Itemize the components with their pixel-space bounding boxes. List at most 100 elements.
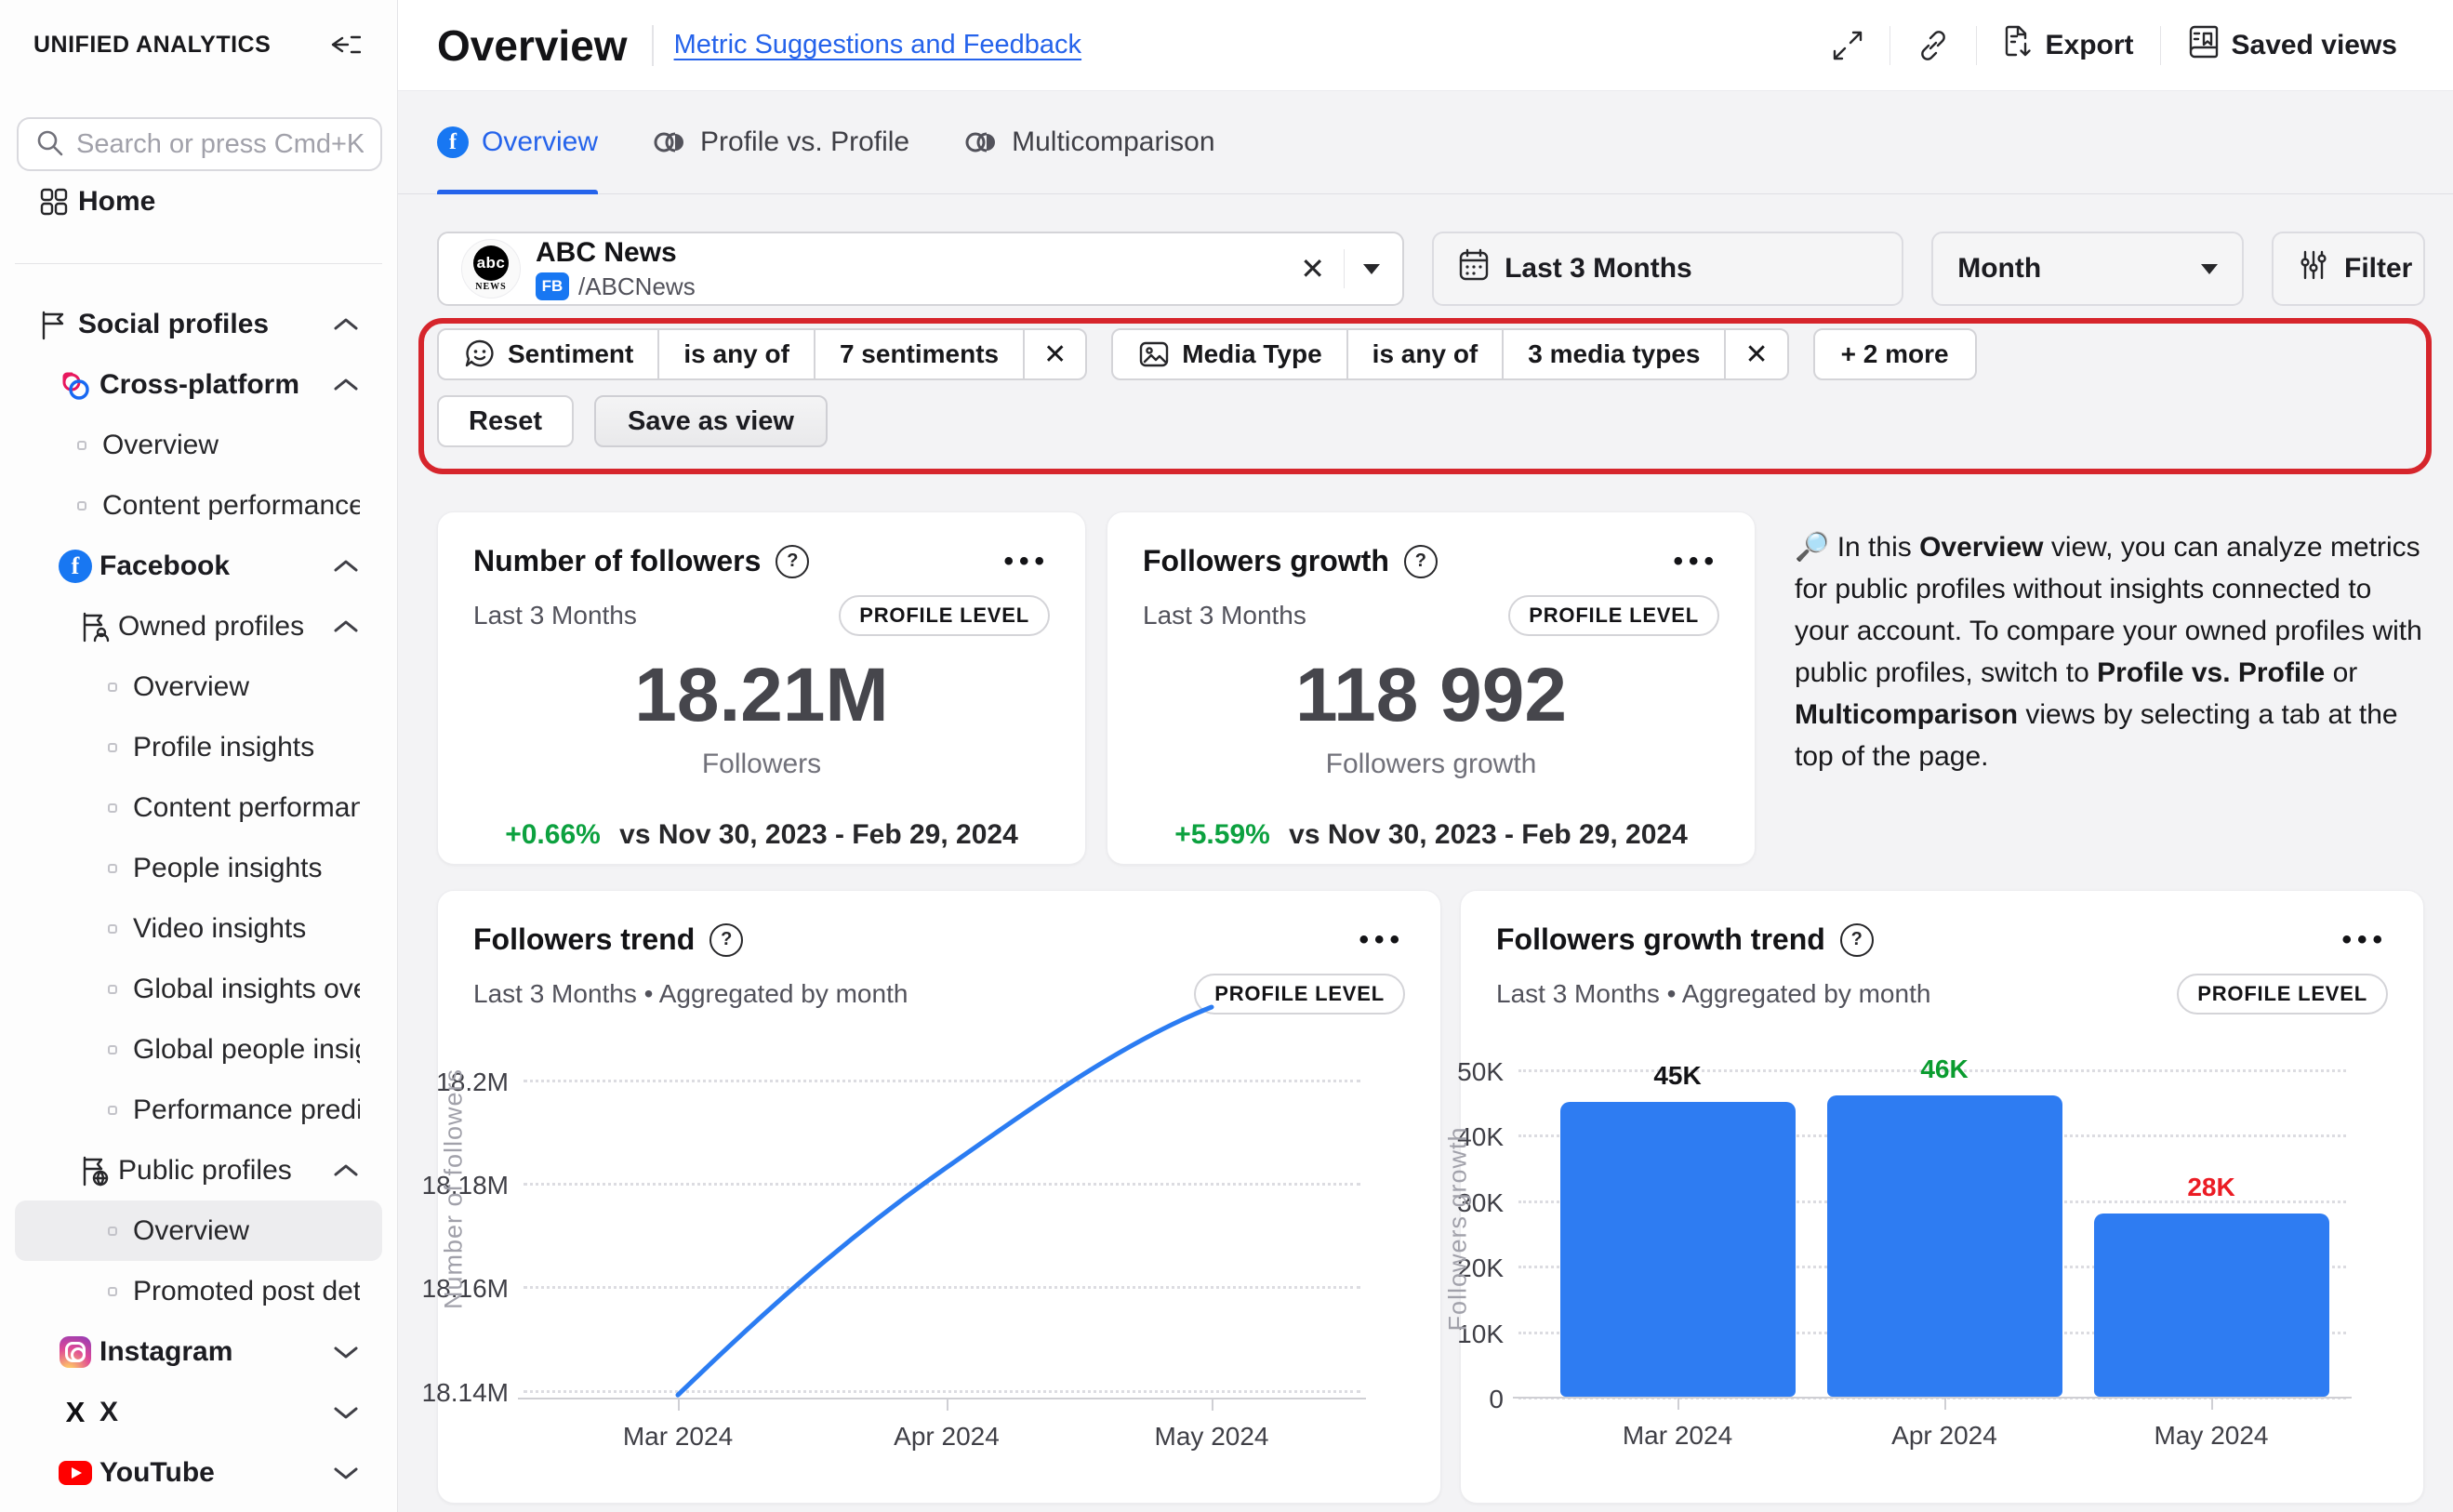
- filter-operator[interactable]: is any of: [1348, 330, 1505, 378]
- flag-icon: [37, 308, 71, 341]
- followers-card: Number of followers ? ••• Last 3 Months …: [437, 511, 1086, 865]
- chevron-up-icon[interactable]: [332, 1162, 360, 1179]
- sidebar-item-youtube[interactable]: YouTube: [15, 1442, 382, 1503]
- sidebar-item-label: X: [99, 1397, 118, 1428]
- sidebar-item-performance-predict[interactable]: Performance predict...: [15, 1080, 382, 1140]
- brand-title: UNIFIED ANALYTICS: [33, 32, 271, 59]
- card-menu-icon[interactable]: •••: [1673, 552, 1719, 571]
- profile-selector[interactable]: abc NEWS ABC News FB /ABCNews ✕: [437, 232, 1404, 306]
- filter-operator[interactable]: is any of: [659, 330, 815, 378]
- tab-overview[interactable]: fOverview: [437, 91, 598, 193]
- filter-field[interactable]: Sentiment: [439, 330, 659, 378]
- search-box[interactable]: [17, 117, 382, 171]
- sidebar-item-x[interactable]: XX: [15, 1382, 382, 1442]
- card-title: Followers growth: [1143, 544, 1389, 578]
- remove-filter-icon[interactable]: ✕: [1726, 330, 1786, 378]
- bar-mar-2024[interactable]: [1560, 1102, 1796, 1397]
- sidebar-item-global-insights-overv[interactable]: Global insights overv...: [15, 959, 382, 1019]
- profile-dropdown-caret[interactable]: [1363, 264, 1380, 274]
- search-icon: [35, 128, 63, 161]
- card-menu-icon[interactable]: •••: [1359, 931, 1405, 949]
- sidebar-item-cross-platform[interactable]: Cross-platform: [15, 354, 382, 415]
- chevron-down-icon[interactable]: [332, 1404, 360, 1421]
- sidebar-item-label: Social profiles: [78, 309, 269, 340]
- save-as-view-button[interactable]: Save as view: [594, 395, 828, 447]
- sentiment-icon: [463, 338, 497, 371]
- owned-profiles-icon: [77, 610, 111, 643]
- bullet-icon: [108, 1045, 117, 1054]
- filter-field[interactable]: Media Type: [1113, 330, 1347, 378]
- x-tick: [678, 1398, 680, 1411]
- sidebar-item-promoted-post-dete[interactable]: Promoted post dete...: [15, 1261, 382, 1321]
- aggregation-caret: [2201, 264, 2218, 274]
- help-icon[interactable]: ?: [776, 545, 809, 578]
- sidebar-item-people-insights[interactable]: People insights: [15, 838, 382, 898]
- saved-views-icon: [2187, 25, 2221, 66]
- card-title: Number of followers: [473, 544, 761, 578]
- sidebar-item-social-profiles[interactable]: Social profiles: [15, 294, 382, 354]
- sidebar-item-overview[interactable]: Overview: [15, 657, 382, 717]
- filter-sliders-icon: [2298, 249, 2329, 288]
- sidebar-item-label: Video insights: [133, 913, 306, 945]
- sidebar-item-facebook[interactable]: fFacebook: [15, 536, 382, 596]
- copy-link-button[interactable]: [1890, 29, 1976, 62]
- chevron-down-icon[interactable]: [332, 1344, 360, 1360]
- sidebar-item-instagram[interactable]: Instagram: [15, 1321, 382, 1382]
- sidebar-item-content-performance[interactable]: Content performance: [15, 777, 382, 838]
- filter-value[interactable]: 7 sentiments: [815, 330, 1025, 378]
- sidebar-item-home[interactable]: Home: [15, 171, 382, 232]
- x-tick: [947, 1398, 948, 1411]
- reset-button[interactable]: Reset: [437, 395, 574, 447]
- info-bold-text: Multicomparison: [1795, 699, 2018, 730]
- bar-apr-2024[interactable]: [1827, 1095, 2062, 1397]
- sidebar-item-public-profiles[interactable]: Public profiles: [15, 1140, 382, 1200]
- chevron-up-icon[interactable]: [332, 618, 360, 635]
- card-menu-icon[interactable]: •••: [1003, 552, 1050, 571]
- sidebar-item-overview[interactable]: Overview: [15, 1200, 382, 1261]
- remove-filter-icon[interactable]: ✕: [1025, 330, 1085, 378]
- search-input[interactable]: [76, 129, 364, 160]
- sidebar-item-overview[interactable]: Overview: [15, 415, 382, 475]
- bar-may-2024[interactable]: [2094, 1214, 2329, 1397]
- sidebar-nav: HomeSocial profilesCross-platformOvervie…: [0, 171, 397, 1503]
- chevron-up-icon[interactable]: [332, 558, 360, 575]
- bullet-icon: [108, 683, 117, 692]
- sidebar-item-global-people-insights[interactable]: Global people insights: [15, 1019, 382, 1080]
- sidebar-item-label: Content performance: [133, 792, 360, 824]
- sidebar-item-profile-insights[interactable]: Profile insights: [15, 717, 382, 777]
- info-bold-text: Profile vs. Profile: [2097, 657, 2325, 688]
- chevron-down-icon[interactable]: [332, 1465, 360, 1481]
- y-tick-label: 0: [1489, 1385, 1518, 1414]
- sidebar-item-content-performance[interactable]: Content performance: [15, 475, 382, 536]
- date-range-button[interactable]: Last 3 Months: [1432, 232, 1903, 306]
- tab-profile-vs-profile[interactable]: Profile vs. Profile: [652, 91, 909, 193]
- metric-suggestions-link[interactable]: Metric Suggestions and Feedback: [674, 30, 1081, 60]
- card-menu-icon[interactable]: •••: [2341, 931, 2388, 949]
- filter-chip-media-type: Media Typeis any of3 media types✕: [1111, 328, 1788, 380]
- expand-button[interactable]: [1806, 30, 1889, 61]
- filter-button[interactable]: Filter: [2272, 232, 2425, 306]
- remove-profile-icon[interactable]: ✕: [1300, 251, 1325, 286]
- profile-vs-profile-icon: [652, 127, 687, 157]
- y-tick-label: 18.16M: [422, 1274, 524, 1304]
- aggregation-dropdown[interactable]: Month: [1931, 232, 2244, 306]
- filter-value[interactable]: 3 media types: [1504, 330, 1726, 378]
- profile-level-badge: PROFILE LEVEL: [2177, 974, 2388, 1015]
- more-filters-button[interactable]: + 2 more: [1813, 328, 1977, 380]
- chevron-up-icon[interactable]: [332, 377, 360, 393]
- x-tick-label: Apr 2024: [1891, 1421, 1997, 1451]
- help-icon[interactable]: ?: [709, 923, 743, 957]
- sidebar-item-owned-profiles[interactable]: Owned profiles: [15, 596, 382, 657]
- tab-multicomparison[interactable]: Multicomparison: [963, 91, 1214, 193]
- help-icon[interactable]: ?: [1840, 923, 1874, 957]
- saved-views-button[interactable]: Saved views: [2161, 25, 2423, 66]
- help-icon[interactable]: ?: [1404, 545, 1438, 578]
- chevron-up-icon[interactable]: [332, 316, 360, 333]
- sidebar-item-video-insights[interactable]: Video insights: [15, 898, 382, 959]
- instagram-icon: [59, 1335, 92, 1369]
- collapse-sidebar-icon[interactable]: [326, 26, 364, 63]
- public-profiles-icon: [77, 1154, 111, 1187]
- bullet-icon: [108, 1287, 117, 1296]
- export-button[interactable]: Export: [1977, 25, 2160, 66]
- info-bold-text: Overview: [1919, 532, 2043, 563]
